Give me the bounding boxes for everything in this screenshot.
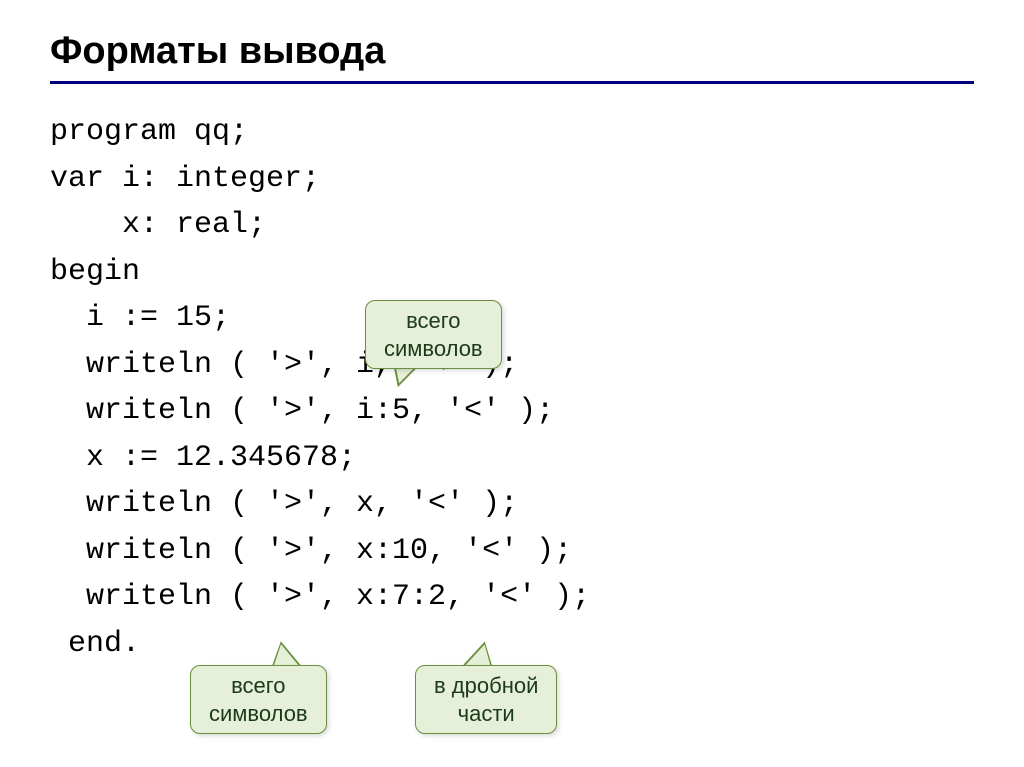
- code-line: x: real;: [50, 208, 266, 242]
- callout-text: всего: [384, 307, 483, 335]
- slide-title: Форматы вывода: [50, 30, 974, 73]
- code-line: end.: [50, 627, 140, 661]
- code-line: writeln ( '>', x:10, '<' );: [50, 534, 572, 568]
- code-line: program qq;: [50, 115, 248, 149]
- code-block: program qq; var i: integer; x: real; beg…: [50, 109, 974, 667]
- callout-text: части: [434, 700, 538, 728]
- callout-total-symbols-bottom: всего символов: [190, 665, 327, 734]
- code-line: var i: integer;: [50, 162, 320, 196]
- code-line: writeln ( '>', x:7:2, '<' );: [50, 580, 590, 614]
- callout-text: в дробной: [434, 672, 538, 700]
- code-line: begin: [50, 255, 140, 289]
- code-line: x := 12.345678;: [50, 441, 356, 475]
- code-line: i := 15;: [50, 301, 230, 335]
- slide: Форматы вывода program qq; var i: intege…: [0, 0, 1024, 767]
- callout-text: всего: [209, 672, 308, 700]
- callout-fractional-part: в дробной части: [415, 665, 557, 734]
- code-line: writeln ( '>', x, '<' );: [50, 487, 518, 521]
- callout-text: символов: [384, 335, 483, 363]
- title-rule: [50, 81, 974, 84]
- callout-text: символов: [209, 700, 308, 728]
- callout-total-symbols-top: всего символов: [365, 300, 502, 369]
- code-line: writeln ( '>', i:5, '<' );: [50, 394, 554, 428]
